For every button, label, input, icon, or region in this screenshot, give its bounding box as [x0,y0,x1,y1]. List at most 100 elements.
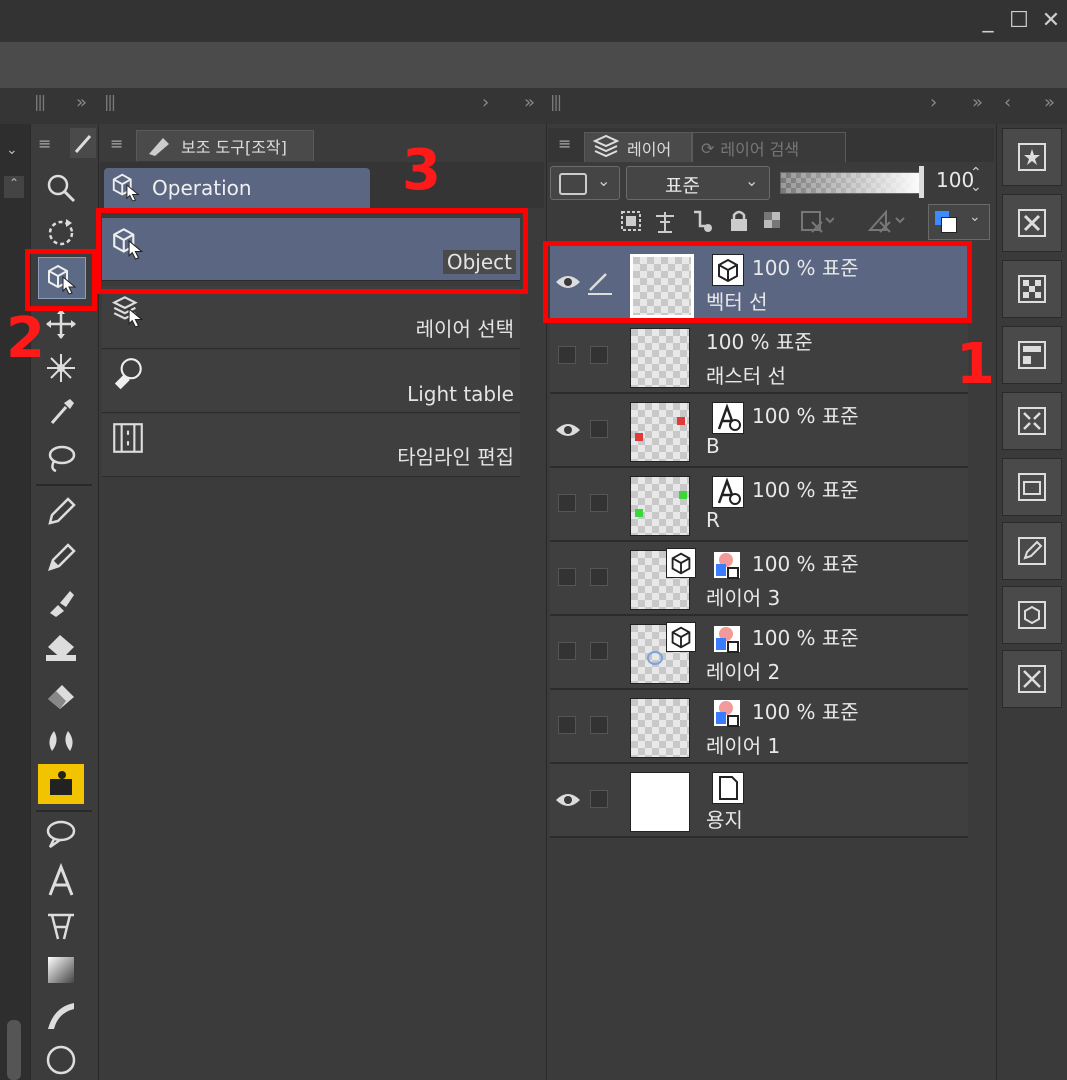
layer-row[interactable]: 용지 [550,764,968,838]
transparency-icon[interactable] [1002,260,1062,318]
eye-icon[interactable] [554,410,582,450]
lock-transparency-icon[interactable] [760,208,786,238]
subtool-timeline-edit[interactable]: 타임라인 편집 [102,414,520,477]
annotation-number-1: 1 [956,332,995,397]
layer-color-button[interactable]: ⌄ [928,204,990,240]
mask-icon[interactable] [800,208,835,238]
visibility-toggle[interactable] [558,494,576,512]
search-layers-icon: ⟳ [701,138,715,158]
layer-row[interactable]: 100 % 표준 B [550,394,968,468]
layer-name: 래스터 선 [706,364,786,388]
visibility-toggle[interactable] [558,568,576,586]
edit-toggle[interactable] [590,716,608,734]
chevron-down-icon[interactable]: ⌄ [6,142,18,158]
paper-layer-icon [712,772,744,804]
lasso-icon[interactable] [38,438,84,478]
lock-icon[interactable] [726,208,752,238]
layer-row[interactable]: 100 % 표준 래스터 선 [550,320,968,394]
layer-name: B [706,434,720,458]
tab-layer-search[interactable]: ⟳ 레이어 검색 [692,132,846,163]
balloon-icon[interactable] [38,814,84,854]
edit-icon[interactable] [1002,522,1062,580]
eye-icon[interactable] [554,780,582,820]
expand-left-icon[interactable]: ‹ [1004,92,1011,113]
menu-icon[interactable]: ≡ [110,134,123,153]
edit-toggle[interactable] [590,346,608,364]
maximize-button[interactable]: ☐ [1006,6,1032,36]
blend-icon[interactable] [38,718,84,758]
collapse-right-icon[interactable]: » [524,92,535,113]
scroll-up-icon[interactable]: ⌃ [4,176,24,198]
layer-properties: 100 % 표준 [752,552,859,576]
layout-icon[interactable] [1002,326,1062,384]
pen-icon[interactable] [38,490,84,530]
eraser-icon[interactable] [38,674,84,714]
opacity-slider[interactable] [780,172,924,194]
favorite-icon[interactable] [1002,128,1062,186]
subtool-tab[interactable]: 보조 도구[조작] [136,130,314,161]
brush-icon[interactable] [38,582,84,622]
figure-icon[interactable] [38,996,84,1036]
vector-badge-icon [666,548,696,578]
fill-icon[interactable] [38,628,84,668]
window-icon[interactable] [1002,458,1062,516]
scrollbar-thumb[interactable] [7,1020,21,1080]
close-button[interactable]: ✕ [1038,6,1064,36]
layer-row[interactable]: 100 % 표준 R [550,468,968,542]
tab-layer[interactable]: 레이어 [584,132,692,163]
rotate-view-icon[interactable] [38,212,84,252]
blend-mode-select[interactable]: 표준 ⌄ [626,166,770,200]
opacity-slider-handle[interactable] [919,166,924,198]
edit-toggle[interactable] [590,790,608,808]
expand-right-icon[interactable]: › [930,92,937,113]
dock-grip-icon[interactable]: ||| [550,92,562,111]
light-bulb-icon [110,356,146,392]
menu-icon[interactable]: ≡ [558,134,571,153]
edit-toggle[interactable] [590,568,608,586]
subtool-layer-select[interactable]: 레이어 선택 [102,286,520,349]
ruler-show-icon[interactable] [866,208,906,238]
layer-thumbnail [630,402,690,462]
chevron-down-icon: ⌄ [597,171,611,190]
object-icon[interactable] [1002,586,1062,644]
layer-row[interactable]: 100 % 표준 레이어 3 [550,542,968,616]
gradient-icon[interactable] [38,950,84,990]
visibility-toggle[interactable] [558,716,576,734]
edit-toggle[interactable] [590,494,608,512]
fit-icon[interactable] [1002,392,1062,450]
dock-grip-icon[interactable]: ||| [34,92,46,111]
layer-properties: 100 % 표준 [752,626,859,650]
dock-grip-icon[interactable]: ||| [104,92,116,111]
draft-layer-icon[interactable] [690,208,716,238]
edit-toggle[interactable] [590,642,608,660]
menu-icon[interactable]: ≡ [38,134,51,153]
delete-layer-icon[interactable] [1002,194,1062,252]
collapse-right-icon[interactable]: » [1044,92,1055,113]
color-mode-select[interactable]: ⌄ [550,166,620,200]
expand-right-icon[interactable]: › [482,92,489,113]
clear-icon[interactable] [1002,650,1062,708]
annotation-number-3: 3 [402,138,441,203]
pencil-icon[interactable] [38,536,84,576]
collapse-left-icon[interactable]: » [76,92,87,113]
visibility-toggle[interactable] [558,642,576,660]
ruler-icon[interactable] [38,906,84,946]
pen-tab-icon[interactable] [70,128,96,158]
minimize-button[interactable]: _ [975,6,1001,36]
decoration-icon[interactable] [38,764,84,804]
opacity-stepper[interactable]: ⌃ ⌄ [970,166,982,194]
edit-toggle[interactable] [590,420,608,438]
zoom-icon[interactable] [38,168,84,208]
layer-row[interactable]: 100 % 표준 레이어 2 [550,616,968,690]
clip-icon[interactable] [618,208,644,238]
collapse-right-icon[interactable]: » [972,92,983,113]
ellipse-icon[interactable] [38,1040,84,1080]
subtool-light-table[interactable]: Light table [102,350,520,413]
visibility-toggle[interactable] [558,346,576,364]
group-tab-operation[interactable]: Operation [104,168,370,208]
layer-row[interactable]: 100 % 표준 레이어 1 [550,690,968,764]
reference-layer-icon[interactable] [652,208,678,238]
red-mark-icon [635,433,643,441]
text-icon[interactable] [38,860,84,900]
eyedropper-icon[interactable] [38,392,84,432]
